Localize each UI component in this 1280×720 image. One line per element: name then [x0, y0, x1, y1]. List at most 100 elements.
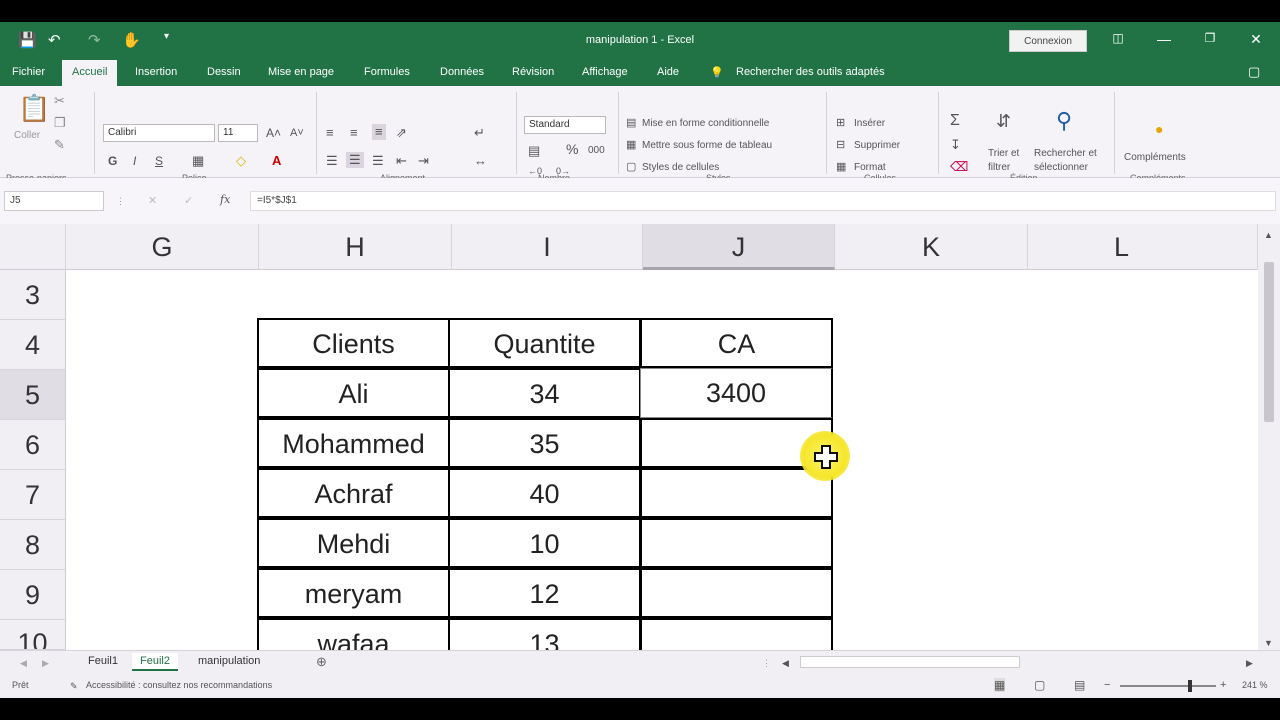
orientation-icon[interactable]: ⇗: [396, 126, 407, 140]
scroll-left-icon[interactable]: ◀: [782, 656, 789, 670]
sheet-tab-manipulation[interactable]: manipulation: [190, 653, 268, 669]
tab-dessin[interactable]: Dessin: [207, 66, 241, 78]
cell-h6[interactable]: Mohammed: [257, 418, 450, 468]
horizontal-scroll-thumb[interactable]: [800, 656, 1020, 668]
thousands-icon[interactable]: 000: [588, 144, 605, 158]
cell-i8[interactable]: 10: [448, 518, 641, 568]
cell-h7[interactable]: Achraf: [257, 468, 450, 518]
insert-function-button[interactable]: fx: [220, 193, 230, 207]
add-sheet-icon[interactable]: ⊕: [316, 655, 327, 669]
row-header-3[interactable]: 3: [0, 270, 66, 320]
prev-sheet-icon[interactable]: ◀: [20, 656, 27, 670]
scroll-down-icon[interactable]: ▼: [1264, 636, 1273, 650]
tab-insertion[interactable]: Insertion: [135, 66, 177, 78]
table-header-quantite[interactable]: Quantite: [448, 318, 641, 368]
cell-h9[interactable]: meryam: [257, 568, 450, 618]
next-sheet-icon[interactable]: ▶: [42, 656, 49, 670]
merge-center-icon[interactable]: ↔: [474, 154, 487, 168]
sort-filter-icon[interactable]: ⇵: [996, 112, 1011, 130]
tab-aide[interactable]: Aide: [657, 66, 679, 78]
format-cells-button[interactable]: Format: [854, 162, 886, 173]
cell-h5[interactable]: Ali: [257, 368, 450, 418]
scroll-right-icon[interactable]: ▶: [1246, 656, 1253, 670]
align-center-icon[interactable]: ☰: [346, 152, 364, 168]
tab-revision[interactable]: Révision: [512, 66, 554, 78]
cell-j9[interactable]: [640, 568, 833, 618]
vertical-scroll-thumb[interactable]: [1264, 262, 1274, 422]
close-button[interactable]: ✕: [1246, 31, 1266, 48]
align-top-icon[interactable]: ≡: [326, 126, 334, 140]
accessibility-status[interactable]: Accessibilité : consultez nos recommanda…: [86, 680, 272, 690]
ribbon-display-icon[interactable]: ◫: [1108, 31, 1128, 45]
format-painter-icon[interactable]: ✎: [54, 138, 65, 152]
name-box[interactable]: J5: [4, 191, 104, 211]
sort-filter-label-2[interactable]: filtrer: [988, 162, 1010, 173]
row-header-6[interactable]: 6: [0, 420, 66, 470]
currency-icon[interactable]: ▤: [528, 144, 540, 158]
row-header-4[interactable]: 4: [0, 320, 66, 370]
increase-indent-icon[interactable]: ⇥: [418, 154, 429, 168]
column-header-k[interactable]: K: [835, 224, 1028, 270]
search-icon[interactable]: ⚲: [1056, 110, 1072, 132]
row-header-5[interactable]: 5: [0, 370, 66, 420]
row-header-9[interactable]: 9: [0, 570, 66, 620]
worksheet-grid[interactable]: Clients Quantite CA Ali 34 3400 Mohammed…: [66, 270, 1258, 650]
font-size-dropdown[interactable]: 11: [218, 124, 258, 142]
zoom-slider-thumb[interactable]: [1188, 680, 1192, 692]
paste-icon[interactable]: 📋: [18, 94, 50, 122]
decrease-indent-icon[interactable]: ⇤: [396, 154, 407, 168]
cell-j8[interactable]: [640, 518, 833, 568]
sheet-tab-feuil1[interactable]: Feuil1: [80, 653, 126, 669]
shrink-font-icon[interactable]: A˅: [290, 126, 304, 140]
underline-button[interactable]: S: [155, 154, 163, 168]
cell-h8[interactable]: Mehdi: [257, 518, 450, 568]
sign-in-button[interactable]: Connexion: [1009, 30, 1087, 52]
row-header-7[interactable]: 7: [0, 470, 66, 520]
formula-input[interactable]: =I5*$J$1: [250, 191, 1276, 211]
vertical-scrollbar[interactable]: ▲ ▼: [1258, 224, 1280, 650]
tab-accueil[interactable]: Accueil: [62, 60, 118, 87]
page-break-view-icon[interactable]: ▤: [1074, 678, 1085, 692]
find-select-label-2[interactable]: sélectionner: [1034, 162, 1088, 173]
zoom-slider[interactable]: [1120, 685, 1216, 687]
conditional-format-button[interactable]: Mise en forme conditionnelle: [642, 118, 769, 129]
tab-mise-en-page[interactable]: Mise en page: [268, 66, 334, 78]
column-header-g[interactable]: G: [66, 224, 259, 270]
delete-cells-button[interactable]: Supprimer: [854, 140, 900, 151]
row-header-8[interactable]: 8: [0, 520, 66, 570]
format-as-table-button[interactable]: Mettre sous forme de tableau: [642, 140, 772, 151]
minimize-button[interactable]: —: [1154, 31, 1174, 47]
align-bottom-icon[interactable]: ≡: [372, 124, 386, 140]
tab-affichage[interactable]: Affichage: [582, 66, 628, 78]
page-layout-view-icon[interactable]: ▢: [1034, 678, 1045, 692]
cell-j5-active[interactable]: 3400: [640, 368, 833, 418]
row-header-10[interactable]: 10: [0, 620, 66, 650]
insert-cells-button[interactable]: Insérer: [854, 118, 885, 129]
number-format-dropdown[interactable]: Standard: [524, 116, 606, 134]
font-name-dropdown[interactable]: Calibri: [103, 124, 215, 142]
italic-button[interactable]: I: [133, 154, 136, 168]
cell-styles-button[interactable]: Styles de cellules: [642, 162, 719, 173]
clear-icon[interactable]: ⌫: [950, 160, 968, 174]
column-header-h[interactable]: H: [259, 224, 452, 270]
tab-fichier[interactable]: Fichier: [12, 66, 45, 78]
select-all-corner[interactable]: [0, 224, 66, 270]
copy-icon[interactable]: ❐: [54, 116, 66, 130]
cell-i5[interactable]: 34: [448, 368, 641, 418]
maximize-button[interactable]: ❐: [1200, 31, 1220, 45]
cut-icon[interactable]: ✂: [54, 94, 65, 108]
column-header-j[interactable]: J: [643, 224, 835, 270]
align-middle-icon[interactable]: ≡: [350, 126, 358, 140]
column-header-i[interactable]: I: [452, 224, 643, 270]
cell-j10[interactable]: [640, 618, 833, 650]
cell-i10[interactable]: 13: [448, 618, 641, 650]
addins-button[interactable]: Compléments: [1124, 152, 1186, 163]
confirm-entry-icon[interactable]: ✓: [184, 194, 193, 208]
zoom-out-icon[interactable]: −: [1104, 678, 1110, 692]
column-header-l[interactable]: L: [1028, 224, 1258, 270]
table-header-clients[interactable]: Clients: [257, 318, 450, 368]
zoom-level[interactable]: 241 %: [1242, 680, 1268, 690]
cancel-entry-icon[interactable]: ✕: [148, 194, 157, 208]
cell-j7[interactable]: [640, 468, 833, 518]
tab-formules[interactable]: Formules: [364, 66, 410, 78]
